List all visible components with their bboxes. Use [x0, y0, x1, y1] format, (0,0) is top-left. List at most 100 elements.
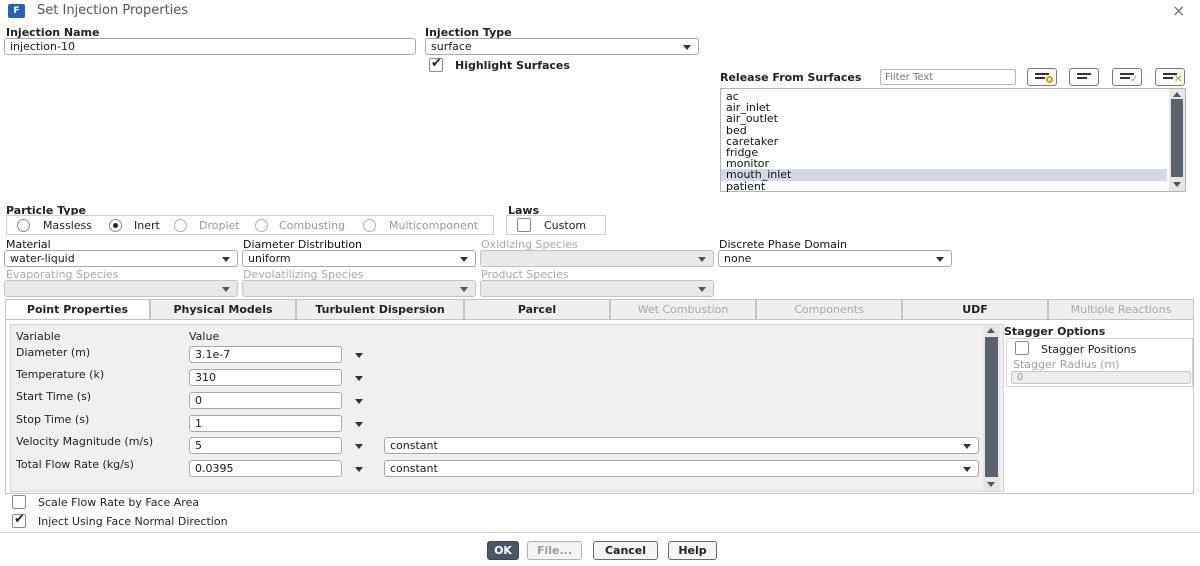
start-time-profile-chevron-icon[interactable] — [355, 399, 363, 404]
stagger-radius-label: Stagger Radius (m) — [1013, 358, 1120, 371]
diameter-profile-chevron-icon[interactable] — [355, 353, 363, 358]
tab-multiple-reactions[interactable]: Multiple Reactions — [1048, 299, 1194, 319]
tab-components[interactable]: Components — [756, 299, 902, 319]
select-all-button[interactable]: ✓ — [1112, 68, 1142, 86]
total-flow-rate-profile-chevron-icon[interactable] — [355, 467, 363, 472]
temperature-profile-chevron-icon[interactable] — [355, 376, 363, 381]
devolatilizing-species-select[interactable] — [242, 280, 476, 297]
radio-droplet[interactable] — [174, 219, 187, 232]
scroll-up-icon[interactable] — [1173, 92, 1181, 97]
list-item[interactable]: air_inlet — [721, 102, 1167, 113]
radio-multicomponent[interactable] — [363, 219, 376, 232]
start-time-input[interactable]: 0 — [189, 392, 342, 409]
scroll-down-icon[interactable] — [987, 482, 995, 487]
stagger-positions-checkbox[interactable] — [1015, 341, 1029, 355]
list-item[interactable]: caretaker — [721, 136, 1167, 147]
file-button[interactable]: File... — [527, 541, 582, 560]
scroll-thumb[interactable] — [1171, 99, 1183, 177]
highlight-surfaces-checkbox[interactable]: ✔ — [429, 56, 443, 72]
discrete-phase-domain-select[interactable]: none — [718, 250, 952, 267]
radio-massless[interactable] — [17, 219, 30, 232]
point-properties-panel: Variable Value Diameter (m) 3.1e-7 Tempe… — [5, 319, 1194, 494]
list-item[interactable]: fridge — [721, 147, 1167, 158]
tab-parcel[interactable]: Parcel — [464, 299, 610, 319]
value-column-header: Value — [189, 330, 220, 343]
start-time-label: Start Time (s) — [16, 390, 92, 403]
oxidizing-species-select[interactable] — [480, 250, 714, 267]
chevron-down-icon — [698, 257, 706, 262]
stagger-options-group: Stagger Positions Stagger Radius (m) 0 — [1006, 338, 1193, 387]
radio-combusting[interactable] — [255, 219, 268, 232]
surfaces-list[interactable]: ac air_inlet air_outlet bed caretaker fr… — [720, 88, 1186, 192]
ok-button[interactable]: OK — [487, 541, 519, 560]
stagger-options-title: Stagger Options — [1004, 325, 1106, 338]
custom-laws-label: Custom — [544, 219, 587, 232]
diameter-distribution-select[interactable]: uniform — [242, 250, 476, 267]
temperature-input[interactable]: 310 — [189, 369, 342, 386]
radio-multicomponent-label: Multicomponent — [389, 219, 479, 232]
chevron-down-icon — [936, 257, 944, 262]
release-from-surfaces-label: Release From Surfaces — [720, 71, 862, 84]
tab-physical-models[interactable]: Physical Models — [150, 299, 296, 319]
list-scrollbar[interactable] — [1169, 89, 1185, 191]
list-view-button[interactable] — [1069, 68, 1099, 86]
help-button[interactable]: Help — [668, 541, 717, 560]
list-item[interactable]: air_outlet — [721, 113, 1167, 124]
total-flow-rate-method-select[interactable]: constant — [384, 460, 979, 477]
total-flow-rate-label: Total Flow Rate (kg/s) — [16, 458, 134, 471]
list-item[interactable]: bed — [721, 124, 1167, 135]
custom-laws-checkbox[interactable] — [517, 218, 531, 232]
scroll-thumb[interactable] — [985, 337, 998, 477]
velocity-magnitude-profile-chevron-icon[interactable] — [355, 444, 363, 449]
variable-column-header: Variable — [16, 330, 61, 343]
tab-point-properties[interactable]: Point Properties — [5, 299, 150, 320]
chevron-down-icon — [698, 287, 706, 292]
stop-time-profile-chevron-icon[interactable] — [355, 422, 363, 427]
material-select[interactable]: water-liquid — [4, 250, 238, 267]
radio-inert-label: Inert — [134, 219, 160, 232]
chevron-down-icon — [683, 45, 691, 50]
scroll-up-icon[interactable] — [987, 328, 995, 333]
radio-droplet-label: Droplet — [199, 219, 240, 232]
diameter-label: Diameter (m) — [16, 346, 91, 359]
filter-text-input[interactable] — [880, 69, 1016, 85]
deselect-all-button[interactable]: ✕ — [1155, 68, 1185, 86]
scale-flow-rate-checkbox[interactable] — [12, 495, 26, 509]
velocity-magnitude-label: Velocity Magnitude (m/s) — [16, 435, 154, 448]
chevron-down-icon — [460, 257, 468, 262]
injection-name-input[interactable]: injection-10 — [4, 38, 416, 55]
scroll-down-icon[interactable] — [1173, 182, 1181, 187]
total-flow-rate-method-value: constant — [390, 462, 438, 475]
inject-face-normal-label: Inject Using Face Normal Direction — [38, 515, 228, 528]
panel-scrollbar[interactable] — [983, 325, 1000, 491]
inject-face-normal-checkbox[interactable]: ✔ — [12, 512, 26, 528]
radio-massless-label: Massless — [43, 219, 92, 232]
radio-inert[interactable] — [109, 219, 122, 232]
velocity-magnitude-method-select[interactable]: constant — [384, 437, 979, 454]
highlight-surfaces-label: Highlight Surfaces — [455, 59, 570, 72]
evaporating-species-select[interactable] — [4, 280, 238, 297]
app-icon: F — [8, 4, 25, 18]
product-species-select[interactable] — [480, 280, 714, 297]
total-flow-rate-input[interactable]: 0.0395 — [189, 460, 342, 477]
list-item[interactable]: ac — [721, 91, 1167, 102]
diameter-input[interactable]: 3.1e-7 — [189, 346, 342, 363]
list-item-selected[interactable]: mouth_inlet — [721, 169, 1167, 181]
stop-time-input[interactable]: 1 — [189, 415, 342, 432]
dialog-title: Set Injection Properties — [37, 3, 189, 18]
particle-type-group: Massless Inert Droplet Combusting Multic… — [6, 215, 494, 235]
velocity-magnitude-input[interactable]: 5 — [189, 437, 342, 454]
select-by-filter-button[interactable] — [1027, 68, 1057, 86]
chevron-down-icon — [963, 444, 971, 449]
close-icon[interactable]: × — [1172, 1, 1185, 20]
properties-table: Variable Value Diameter (m) 3.1e-7 Tempe… — [10, 324, 1004, 492]
injection-type-select[interactable]: surface — [425, 38, 699, 55]
list-item[interactable]: patient — [721, 180, 1167, 191]
tab-turbulent-dispersion[interactable]: Turbulent Dispersion — [296, 299, 464, 319]
diameter-distribution-value: uniform — [248, 252, 291, 265]
stagger-radius-input[interactable]: 0 — [1011, 371, 1191, 384]
tab-wet-combustion[interactable]: Wet Combustion — [610, 299, 756, 319]
tab-udf[interactable]: UDF — [902, 299, 1048, 319]
cancel-button[interactable]: Cancel — [593, 541, 658, 560]
title-bar: F Set Injection Properties × — [0, 0, 1200, 24]
